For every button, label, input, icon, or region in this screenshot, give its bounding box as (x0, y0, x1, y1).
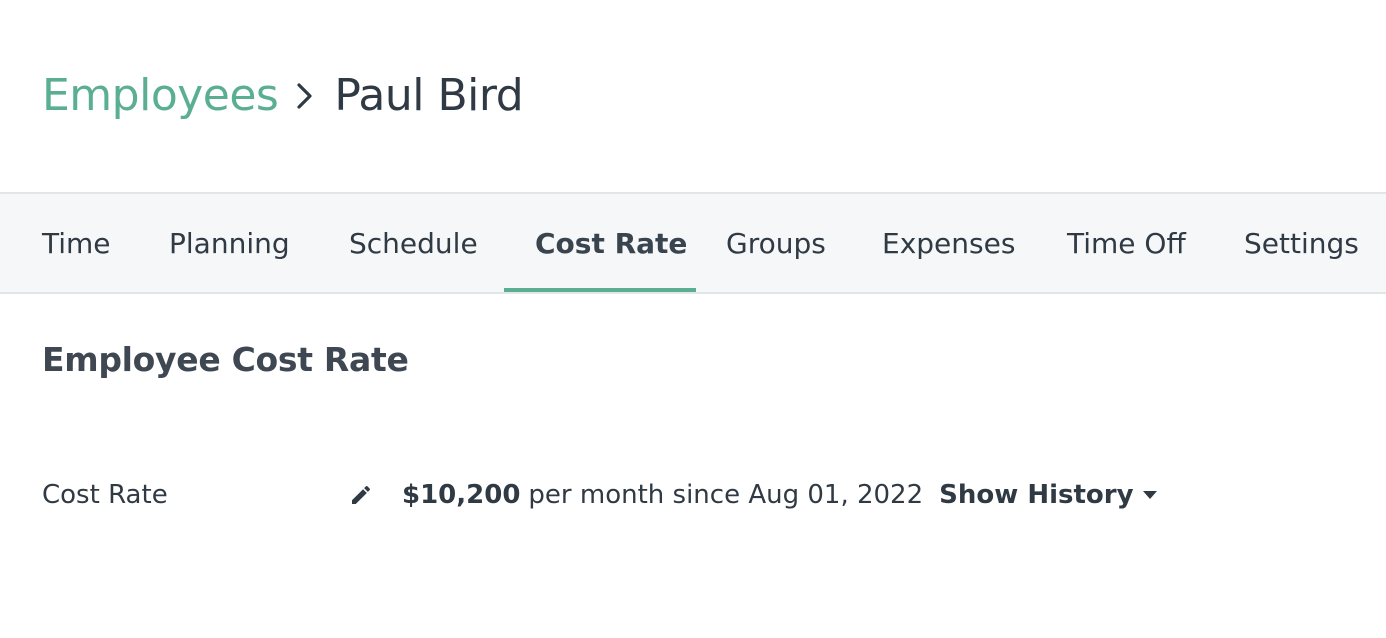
breadcrumb-employees-link[interactable]: Employees (42, 64, 279, 128)
edit-cost-rate-button[interactable] (346, 480, 376, 510)
tab-time-off[interactable]: Time Off (1067, 194, 1186, 294)
pencil-icon (349, 483, 373, 507)
tab-time[interactable]: Time (42, 194, 111, 294)
active-tab-indicator (504, 288, 696, 292)
chevron-right-icon (296, 64, 314, 128)
tab-schedule[interactable]: Schedule (349, 194, 478, 294)
page-title: Paul Bird (334, 70, 524, 121)
show-history-label: Show History (939, 480, 1134, 510)
tab-settings[interactable]: Settings (1244, 194, 1359, 294)
caret-down-icon (1142, 490, 1158, 500)
tab-bar: Time Planning Schedule Cost Rate Groups … (0, 192, 1386, 294)
cost-rate-value: $10,200 per month since Aug 01, 2022 Sho… (402, 478, 1158, 512)
show-history-button[interactable]: Show History (939, 478, 1157, 512)
tab-groups[interactable]: Groups (726, 194, 826, 294)
section-title: Employee Cost Rate (42, 340, 409, 379)
cost-rate-label: Cost Rate (42, 480, 168, 510)
cost-rate-amount: $10,200 (402, 480, 521, 510)
tab-expenses[interactable]: Expenses (882, 194, 1015, 294)
tab-planning[interactable]: Planning (169, 194, 290, 294)
cost-rate-description: per month since Aug 01, 2022 (528, 480, 924, 510)
breadcrumb: Employees Paul Bird (42, 64, 524, 128)
tab-cost-rate[interactable]: Cost Rate (535, 194, 687, 294)
